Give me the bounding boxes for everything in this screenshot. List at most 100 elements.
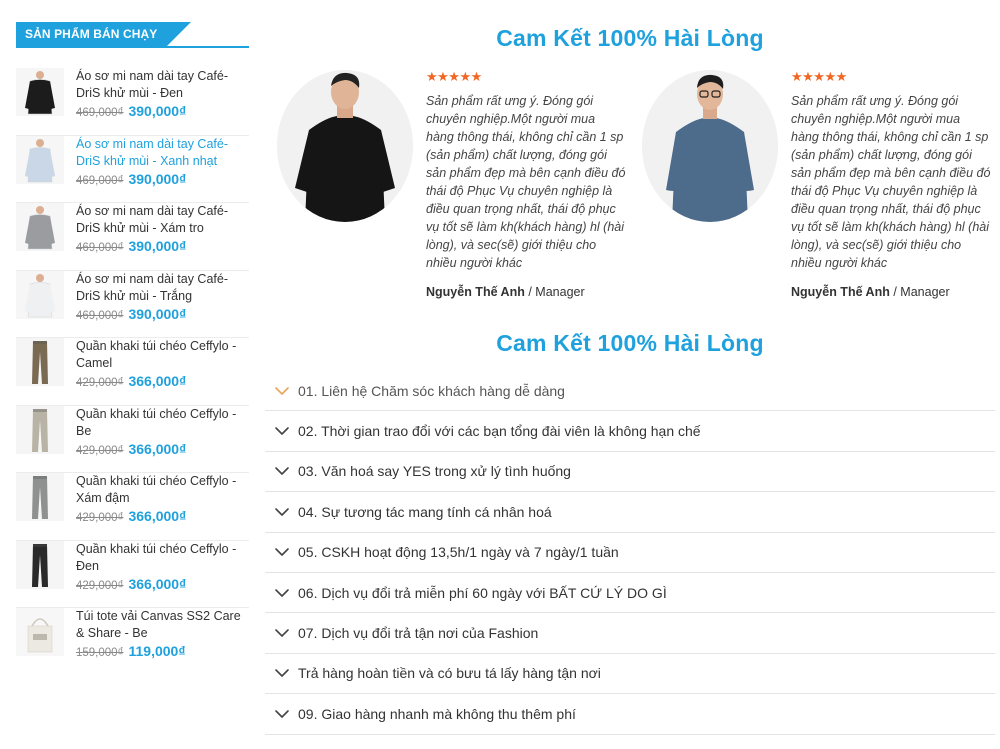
price-row: 469,000₫ 390,000₫: [76, 103, 249, 121]
sidebar-header: Sản phẩm bán chạy: [16, 22, 249, 48]
product-item[interactable]: Áo sơ mi nam dài tay Café-DriS khử mùi -…: [16, 135, 249, 203]
product-name-link[interactable]: Túi tote vải Canvas SS2 Care & Share - B…: [76, 608, 249, 642]
faq-accordion: 01. Liên hệ Chăm sóc khách hàng dễ dàng 0…: [265, 371, 995, 735]
product-name-link[interactable]: Quần khaki túi chéo Ceffylo - Be: [76, 406, 249, 440]
sale-price: 366,000₫: [128, 575, 187, 592]
product-item[interactable]: Quần khaki túi chéo Ceffylo - Xám đậm 429…: [16, 473, 249, 541]
product-name-link[interactable]: Quần khaki túi chéo Ceffylo - Xám đậm: [76, 473, 249, 507]
product-item[interactable]: Quần khaki túi chéo Ceffylo - Camel 429,0…: [16, 338, 249, 406]
faq-item[interactable]: Trả hàng hoàn tiền và có bưu tá lấy hàng…: [265, 654, 995, 695]
product-image-icon: [16, 473, 64, 521]
price-row: 469,000₫ 390,000₫: [76, 238, 249, 256]
avatar: [642, 70, 778, 222]
product-thumbnail[interactable]: [16, 405, 64, 454]
sale-price: 119,000₫: [128, 643, 186, 659]
chevron-down-icon[interactable]: [273, 503, 291, 521]
product-thumbnail[interactable]: [16, 338, 64, 386]
old-price: 429,000₫: [76, 512, 124, 524]
sale-price: 390,000₫: [128, 238, 187, 254]
customer-photo-icon: [277, 70, 413, 222]
faq-item[interactable]: 05. CSKH hoạt động 13,5h/1 ngày và 7 ngà…: [265, 533, 995, 573]
product-name-link[interactable]: Quần khaki túi chéo Ceffylo - Đen: [76, 541, 249, 575]
faq-question: 09. Giao hàng nhanh mà không thu thêm ph…: [298, 705, 576, 722]
sale-price: 390,000₫: [128, 170, 187, 187]
chevron-down-icon[interactable]: [273, 382, 291, 400]
product-thumbnail[interactable]: [16, 203, 64, 251]
chevron-down-icon[interactable]: [273, 584, 291, 602]
price-row: 469,000₫ 390,000₫: [76, 171, 249, 189]
product-list: Áo sơ mi nam dài tay Café-DriS khử mùi -…: [16, 68, 249, 676]
author-role: Manager: [900, 285, 950, 299]
product-thumbnail[interactable]: [16, 540, 64, 589]
faq-item[interactable]: 07. Dịch vụ đổi trả tận nơi của Fashion: [265, 613, 995, 654]
product-item[interactable]: Áo sơ mi nam dài tay Café-DriS khử mùi -…: [16, 68, 249, 136]
price-row: 429,000₫ 366,000₫: [76, 576, 249, 594]
chevron-down-icon[interactable]: [273, 664, 291, 682]
price-row: 159,000₫ 119,000₫: [76, 643, 249, 661]
chevron-down-icon[interactable]: [273, 543, 291, 561]
faq-item[interactable]: 09. Giao hàng nhanh mà không thu thêm ph…: [265, 694, 995, 735]
chevron-down-icon[interactable]: [273, 422, 291, 440]
product-item[interactable]: Túi tote vải Canvas SS2 Care & Share - B…: [16, 608, 249, 676]
author-role: Manager: [535, 285, 585, 299]
sale-price: 366,000₫: [128, 373, 187, 389]
product-thumbnail[interactable]: [16, 608, 64, 656]
product-image-icon: [16, 270, 64, 319]
product-name-link[interactable]: Áo sơ mi nam dài tay Café-DriS khử mùi -…: [76, 271, 249, 305]
product-thumbnail[interactable]: [16, 135, 64, 184]
old-price: 159,000₫: [76, 647, 124, 659]
sale-price: 390,000₫: [128, 103, 187, 119]
faq-item[interactable]: 02. Thời gian trao đổi với các bạn tổng …: [265, 411, 995, 452]
product-image-icon: [16, 540, 64, 589]
rating-stars-icon: ★★★★★: [791, 69, 847, 84]
faq-question: Trả hàng hoàn tiền và có bưu tá lấy hàng…: [298, 665, 601, 682]
faq-question: 02. Thời gian trao đổi với các bạn tổng …: [298, 423, 701, 440]
product-thumbnail[interactable]: [16, 270, 64, 319]
product-item[interactable]: Áo sơ mi nam dài tay Café-DriS khử mùi -…: [16, 270, 249, 338]
faq-title: Cam Kết 100% Hài Lòng: [496, 330, 764, 356]
chevron-down-icon[interactable]: [273, 624, 291, 642]
author-separator: /: [893, 285, 897, 299]
product-thumbnail[interactable]: [16, 473, 64, 521]
faq-question: 01. Liên hệ Chăm sóc khách hàng dễ dàng: [298, 382, 565, 399]
faq-item[interactable]: 01. Liên hệ Chăm sóc khách hàng dễ dàng: [265, 371, 995, 412]
faq-question: 04. Sự tương tác mang tính cá nhân hoá: [298, 503, 552, 520]
product-thumbnail[interactable]: [16, 68, 64, 116]
testimonials-title: Cam Kết 100% Hài Lòng: [496, 25, 764, 51]
price-row: 429,000₫ 366,000₫: [76, 441, 249, 459]
product-name-link[interactable]: Quần khaki túi chéo Ceffylo - Camel: [76, 338, 249, 372]
old-price: 469,000₫: [76, 174, 124, 187]
chevron-down-icon[interactable]: [273, 462, 291, 480]
old-price: 429,000₫: [76, 579, 124, 592]
testimonial-quote: Sản phẩm rất ưng ý. Đóng gói chuyên nghi…: [426, 94, 626, 270]
testimonial-author: Nguyễn Thế Anh / Manager: [791, 285, 991, 299]
faq-item[interactable]: 03. Văn hoá say YES trong xử lý tình huố…: [265, 452, 995, 493]
faq-item[interactable]: 04. Sự tương tác mang tính cá nhân hoá: [265, 492, 995, 533]
product-image-icon: [16, 68, 64, 116]
product-name-link[interactable]: Áo sơ mi nam dài tay Café-DriS khử mùi -…: [76, 203, 249, 237]
old-price: 469,000₫: [76, 107, 124, 119]
old-price: 469,000₫: [76, 309, 124, 322]
faq-question: 05. CSKH hoạt động 13,5h/1 ngày và 7 ngà…: [298, 544, 619, 561]
product-image-icon: [16, 608, 64, 656]
faq-question: 07. Dịch vụ đổi trả tận nơi của Fashion: [298, 625, 539, 642]
best-sellers-sidebar: Sản phẩm bán chạy Áo sơ mi nam dài tay C…: [16, 22, 249, 676]
product-name-link[interactable]: Áo sơ mi nam dài tay Café-DriS khử mùi -…: [76, 136, 249, 170]
testimonial-card: ★★★★★ Sản phẩm rất ưng ý. Đóng gói chuyê…: [277, 70, 637, 310]
product-name-link[interactable]: Áo sơ mi nam dài tay Café-DriS khử mùi -…: [76, 68, 249, 102]
product-item[interactable]: Quần khaki túi chéo Ceffylo - Be 429,000₫…: [16, 405, 249, 473]
sale-price: 390,000₫: [128, 305, 187, 322]
price-row: 469,000₫ 390,000₫: [76, 306, 249, 324]
product-item[interactable]: Áo sơ mi nam dài tay Café-DriS khử mùi -…: [16, 203, 249, 271]
product-item[interactable]: Quần khaki túi chéo Ceffylo - Đen 429,000…: [16, 540, 249, 608]
testimonial-body: ★★★★★ Sản phẩm rất ưng ý. Đóng gói chuyê…: [791, 69, 991, 300]
testimonial-card: ★★★★★ Sản phẩm rất ưng ý. Đóng gói chuyê…: [642, 70, 1000, 310]
product-image-icon: [16, 338, 64, 386]
faq-question: 03. Văn hoá say YES trong xử lý tình huố…: [298, 463, 571, 480]
author-name: Nguyễn Thế Anh: [791, 285, 890, 299]
old-price: 429,000₫: [76, 377, 124, 389]
author-separator: /: [528, 285, 532, 299]
faq-item[interactable]: 06. Dịch vụ đổi trả miễn phí 60 ngày với…: [265, 573, 995, 614]
chevron-down-icon[interactable]: [273, 705, 291, 723]
sale-price: 366,000₫: [128, 508, 187, 524]
